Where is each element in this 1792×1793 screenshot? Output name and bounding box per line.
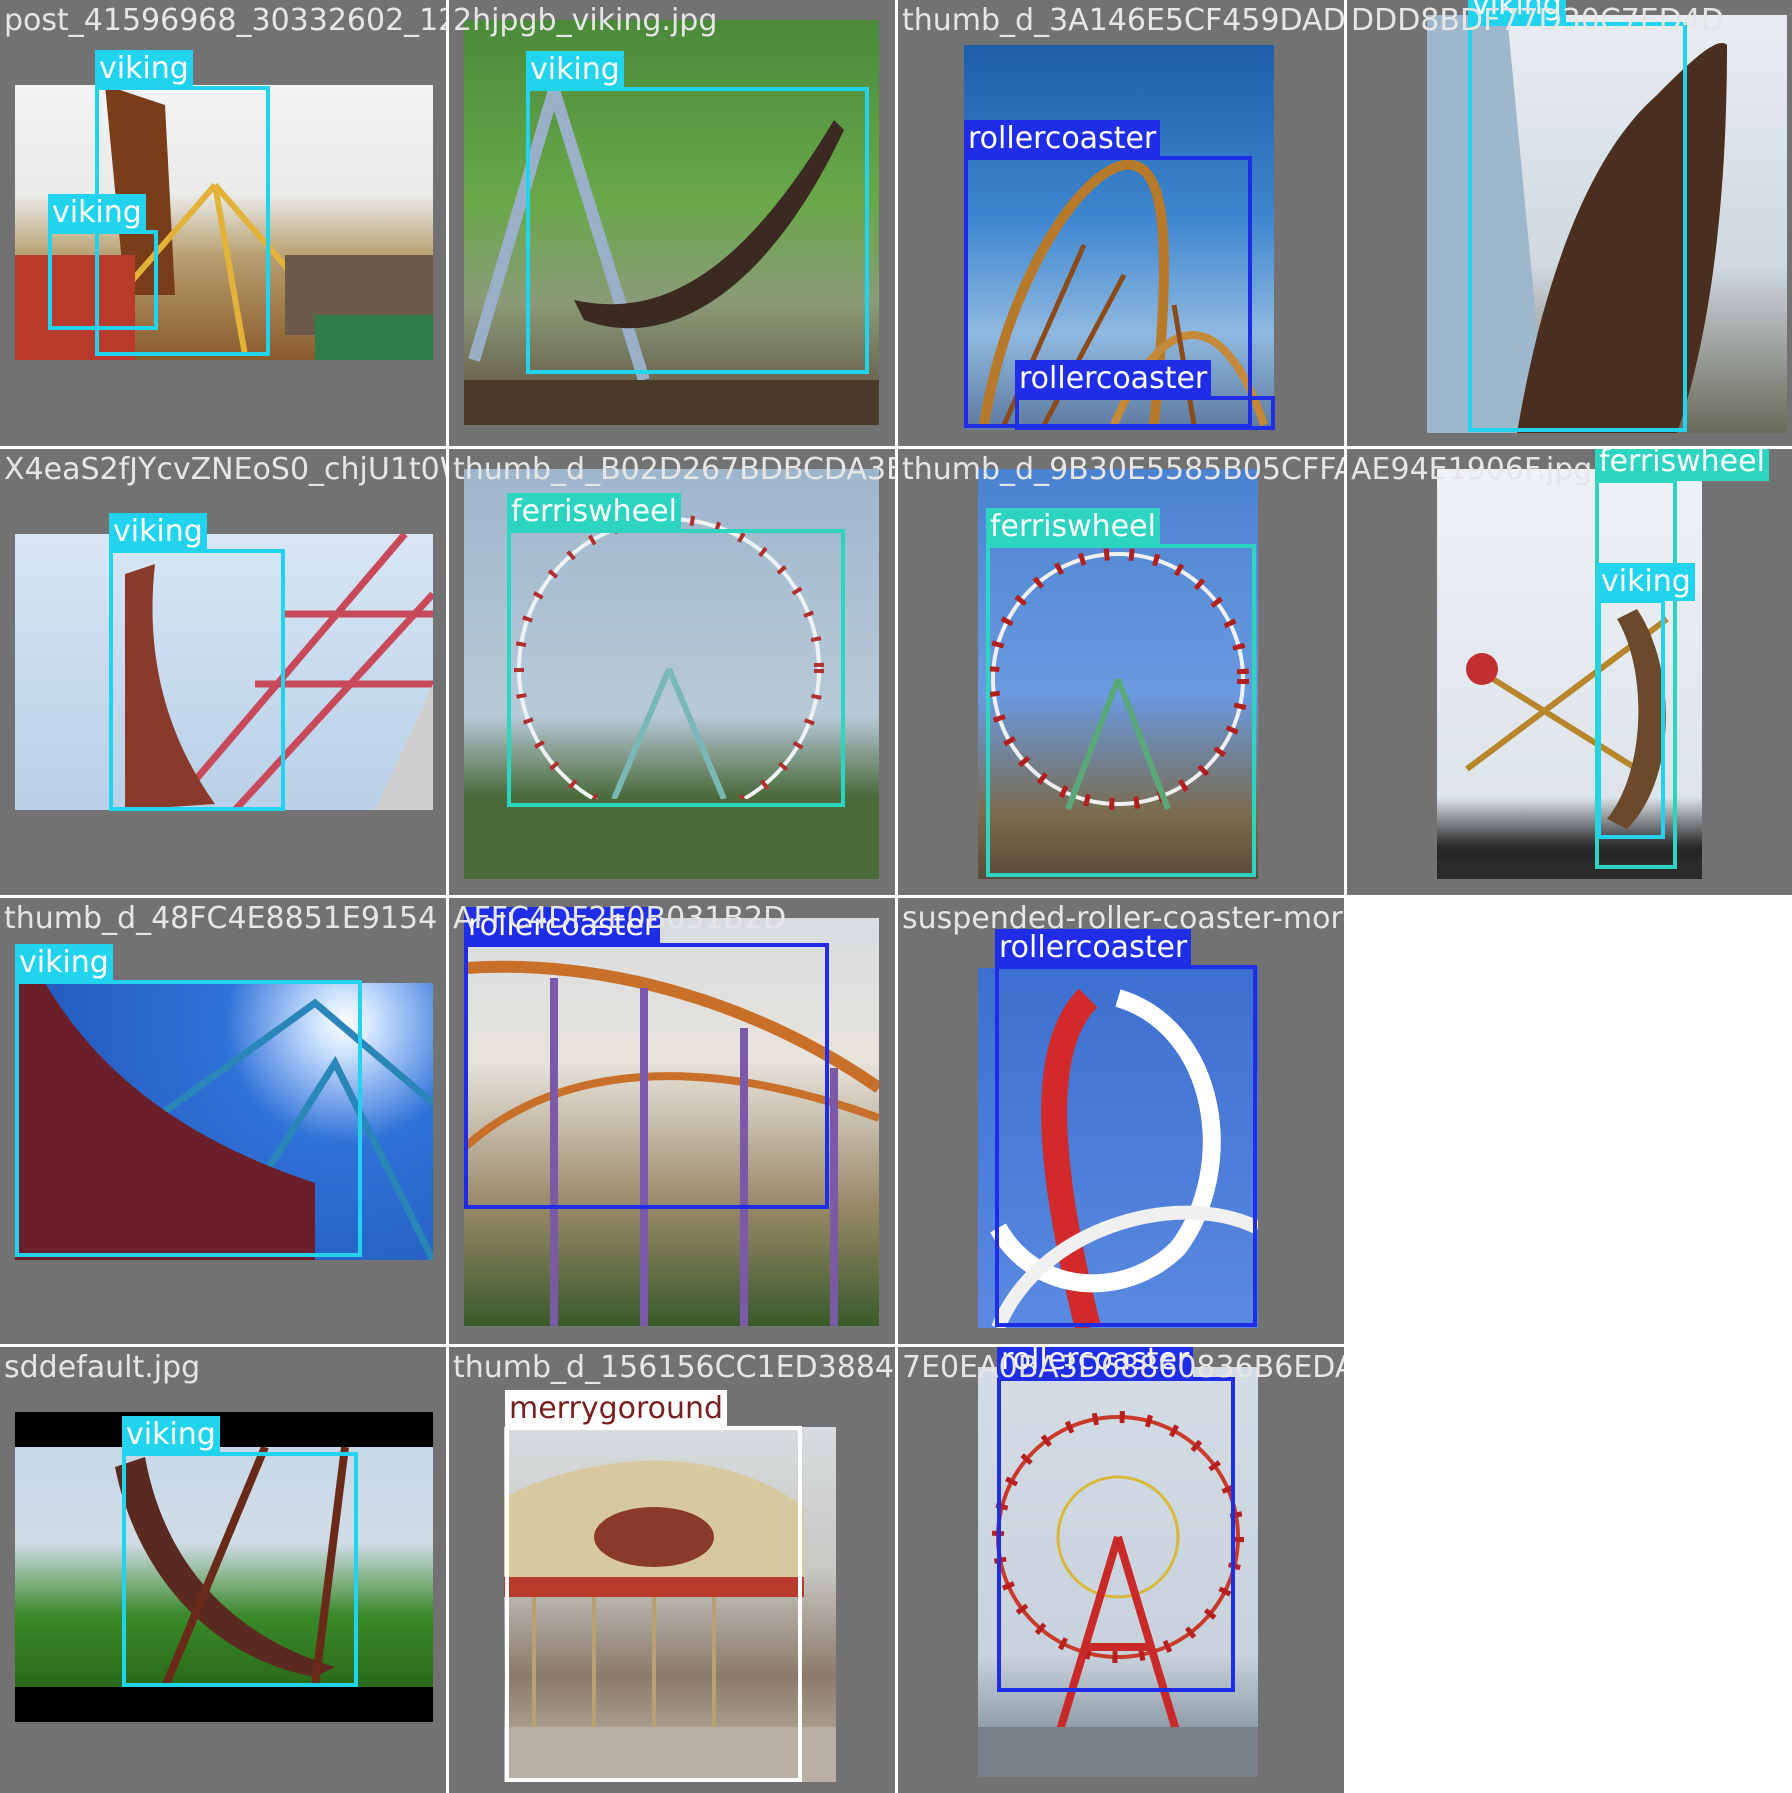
grid-cell: sddefault.jpg viking [0, 1347, 446, 1793]
detection-box-viking: viking [526, 51, 869, 374]
detection-label: rollercoaster [995, 929, 1192, 967]
detection-label: rollercoaster [964, 120, 1161, 158]
detection-label: viking [95, 50, 193, 88]
detection-box-rollercoaster: rollercoaster [995, 929, 1257, 1327]
detection-box-ferriswheel: ferriswheel [507, 493, 845, 807]
detection-box-rollercoaster: rollercoaster [997, 1347, 1235, 1692]
detection-label: ferriswheel [986, 508, 1160, 546]
detection-label: viking [15, 944, 113, 982]
detection-box-viking: viking [48, 194, 158, 330]
detection-box-viking: viking [15, 944, 362, 1257]
detection-label: viking [1597, 563, 1695, 601]
filename-label: post_41596968_30332602_12.jpg [4, 3, 446, 38]
filename-label: sddefault.jpg [4, 1350, 201, 1385]
grid-cell: thumb_d_B02D267BDBCDA3BD361B ferriswheel [449, 449, 895, 895]
detection-box-viking: viking [122, 1416, 358, 1687]
detection-box-rollercoaster: rollercoaster [464, 907, 829, 1209]
detection-label: viking [109, 513, 207, 551]
filename-label: X4eaS2fJYcvZNEoS0_chjU1t0W.jpg [4, 452, 446, 487]
grid-cell: DDD8BDF77D30C7ED4D viking [1347, 0, 1792, 446]
grid-cell: thumb_d_9B30E5585B05CFFA5D94E1906F ferri… [898, 449, 1344, 895]
grid-cell-empty [1347, 1347, 1792, 1793]
detection-box-merrygoround: merrygoround [505, 1390, 802, 1782]
detection-label: merrygoround [505, 1390, 728, 1428]
detection-label: viking [1468, 0, 1566, 24]
grid-cell: 7E0EA0BA3D68860836B6EDA0 rollercoaster [898, 1347, 1344, 1793]
grid-cell: post_41596968_30332602_12.jpg viking vik… [0, 0, 446, 446]
grid-cell-empty [1347, 898, 1792, 1344]
grid-cell: suspended-roller-coaster-moreys-piers-u … [898, 898, 1344, 1344]
grid-cell: thumb_d_156156CC1ED3884105 merrygoround [449, 1347, 895, 1793]
filename-label: thumb_d_48FC4E8851E9154 [4, 901, 438, 936]
detection-label: viking [48, 194, 146, 232]
detection-label: rollercoaster [464, 907, 661, 945]
grid-cell: AFFC4DF2E0B031B2D rollercoaster [449, 898, 895, 1344]
filename-label: thumb_d_156156CC1ED3884105 [453, 1350, 895, 1385]
grid-cell: AE94E1906F.jpg ferriswheel viking [1347, 449, 1792, 895]
grid-cell: thumb_d_3A146E5CF459DADDD8B rollercoaste… [898, 0, 1344, 446]
detection-label: ferriswheel [507, 493, 681, 531]
detection-box-viking: viking [109, 513, 285, 811]
grid-cell: thumb_d_48FC4E8851E9154 viking [0, 898, 446, 1344]
detection-label: rollercoaster [997, 1347, 1194, 1379]
detection-label: rollercoaster [1015, 360, 1212, 398]
detection-box-viking: viking [1597, 563, 1695, 839]
filename-label: thumb_d_3A146E5CF459DADDD8B [902, 3, 1344, 38]
detection-box-rollercoaster: rollercoaster [1015, 360, 1275, 430]
detection-box-ferriswheel: ferriswheel [986, 508, 1256, 877]
detection-box-viking: viking [1468, 0, 1687, 432]
detection-label: ferriswheel [1595, 449, 1769, 481]
grid-cell: 2hjpgb_viking.jpg viking [449, 0, 895, 446]
detection-label: viking [526, 51, 624, 89]
grid-cell: X4eaS2fJYcvZNEoS0_chjU1t0W.jpg viking [0, 449, 446, 895]
detection-label: viking [122, 1416, 220, 1454]
